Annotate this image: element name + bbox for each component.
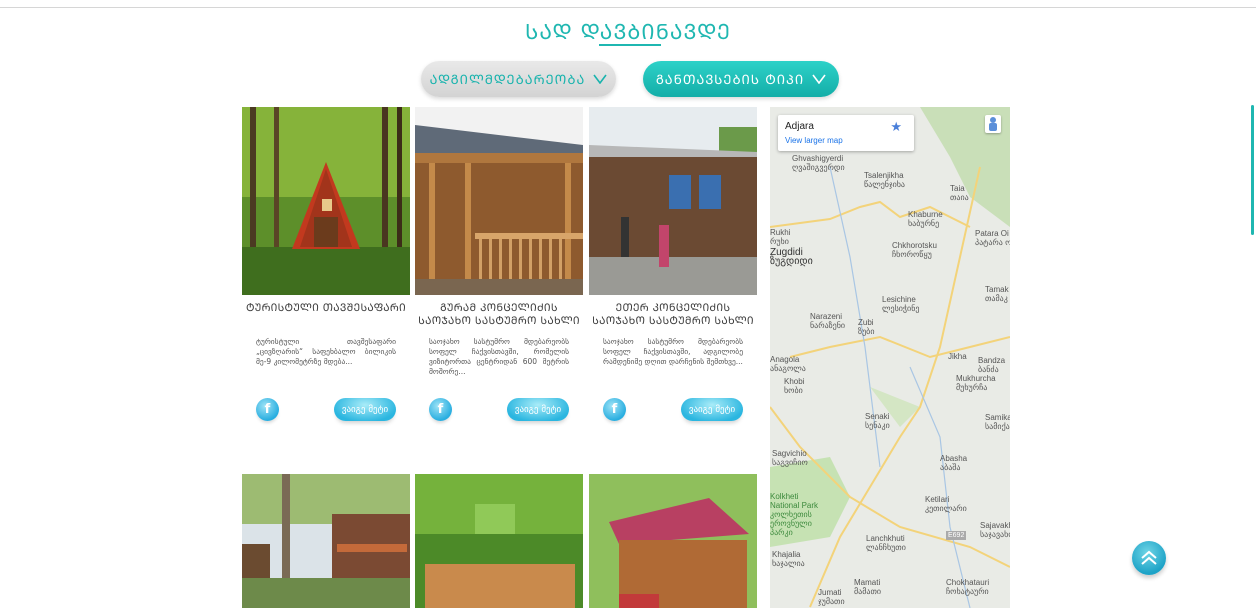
view-larger-map-link[interactable]: View larger map [785,136,843,145]
map-place-label: Khajalia ხაჯალია [772,550,805,568]
listing-photo[interactable] [415,107,583,295]
listing-photo[interactable] [415,474,583,608]
page-title: ᲡᲐᲓ ᲓᲐᲕᲑᲘᲜᲐᲕᲓᲔ [525,20,731,44]
map-place-label: Samikaoსამიქაო [985,413,1010,431]
listing-description: საოჯახო სასტუმრო მდებარეობს სოფელ ჩაქვის… [603,337,743,366]
street-view-pegman-icon[interactable] [985,115,1001,133]
chevron-up-icon [1141,550,1157,565]
map-place-label: Sagvichio საგვიჩიო [772,449,808,467]
map-place-label: Zubi ზუბი [858,318,875,336]
listing-title[interactable]: ᲔᲗᲔᲠ ᲙᲝᲜᲪᲔᲚᲘᲫᲘᲡ ᲡᲐᲝᲯᲐᲮᲝ ᲡᲐᲡᲢᲣᲛᲠᲝ ᲡᲐᲮᲚᲘ [589,302,757,328]
read-more-button[interactable]: ვაიგე მეტი [681,398,743,421]
chevron-down-icon [593,74,607,84]
facebook-share-button[interactable]: f [603,398,626,421]
listing-description: საოჯახო სასტუმრო მდებარეობს სოფელ ჩაქვის… [429,337,569,376]
listing-title[interactable]: ᲒᲣᲠᲐᲛ ᲙᲝᲜᲪᲔᲚᲘᲫᲘᲡ ᲡᲐᲝᲯᲐᲮᲝ ᲡᲐᲡᲢᲣᲛᲠᲝ ᲡᲐᲮᲚᲘ [415,302,583,328]
map-place-label: Kolkheti National Park კოლხეთის ეროვნული … [770,492,819,537]
map-place-label: Jikha [948,352,967,361]
listing-card: ᲔᲗᲔᲠ ᲙᲝᲜᲪᲔᲚᲘᲫᲘᲡ ᲡᲐᲝᲯᲐᲮᲝ ᲡᲐᲡᲢᲣᲛᲠᲝ ᲡᲐᲮᲚᲘ ს… [589,107,757,467]
map-place-label: Zugdidi ზუგდიდი [770,247,813,267]
road-number-label: E692 [946,531,967,540]
listing-photo[interactable] [589,107,757,295]
listing-card [415,474,583,608]
map-place-label: Abasha აბაშა [940,454,968,472]
google-map[interactable]: Adjara View larger map ★ Ghvashigyerdi ღვ… [770,107,1010,608]
listing-description: ტურისტული თავშესაფარი „ცივზღარის“ საფეხბ… [256,337,396,366]
map-place-label: Ghvashigyerdi ღვაშიგვერდი [792,154,845,172]
map-place-label: Anagola ანაგოლა [770,355,806,373]
listing-photo[interactable] [589,474,757,608]
map-place-label: Chokhatauri ჩოხატაური [946,578,990,596]
facebook-icon: f [437,402,444,417]
map-place-label: Jumati ჯუმათი [818,588,845,606]
map-place-label: Tsalenjikha წალენჯიხა [864,171,905,189]
accommodation-type-filter-label: ᲒᲐᲜᲗᲐᲕᲡᲔᲑᲘᲡ ᲢᲘᲞᲘ [655,73,805,88]
chevron-down-icon [812,74,826,84]
map-place-label: Bandza ბანძა [978,356,1006,374]
map-place-label: Khobi ხობი [784,377,805,395]
listing-photo[interactable] [242,474,410,608]
map-info-card: Adjara View larger map ★ [778,115,914,151]
map-place-label: Chkhorotsku ჩხოროწყუ [892,241,937,259]
scroll-indicator[interactable] [1251,105,1254,235]
map-place-label: Narazeni ნარაზენი [810,312,846,330]
location-filter-label: ᲐᲓᲒᲘᲚᲛᲓᲔᲑᲐᲠᲔᲝᲑᲐ [429,73,586,88]
top-divider [0,7,1256,8]
accommodation-type-filter-button[interactable]: ᲒᲐᲜᲗᲐᲕᲡᲔᲑᲘᲡ ᲢᲘᲞᲘ [643,61,839,97]
read-more-button[interactable]: ვაიგე მეტი [334,398,396,421]
listing-title[interactable]: ᲢᲣᲠᲘᲡᲢᲣᲚᲘ ᲗᲐᲕᲨᲔᲡᲐᲤᲐᲠᲘ [242,302,410,315]
facebook-share-button[interactable]: f [429,398,452,421]
facebook-icon: f [264,402,271,417]
listing-card [589,474,757,608]
map-region-name: Adjara [785,121,814,132]
listing-card [242,474,410,608]
facebook-share-button[interactable]: f [256,398,279,421]
listing-photo[interactable] [242,107,410,295]
facebook-icon: f [611,402,618,417]
map-place-label: Lanchkhuti ლანჩხუთი [866,534,906,552]
map-place-label: Lesichine ლესიჭინე [882,295,920,313]
map-place-label: Tamak თამაკ [985,285,1009,303]
map-place-label: Senaki სენაკი [865,412,890,430]
listing-card: ᲒᲣᲠᲐᲛ ᲙᲝᲜᲪᲔᲚᲘᲫᲘᲡ ᲡᲐᲝᲯᲐᲮᲝ ᲡᲐᲡᲢᲣᲛᲠᲝ ᲡᲐᲮᲚᲘ … [415,107,583,467]
read-more-button[interactable]: ვაიგე მეტი [507,398,569,421]
location-filter-button[interactable]: ᲐᲓᲒᲘᲚᲛᲓᲔᲑᲐᲠᲔᲝᲑᲐ [421,61,616,97]
map-place-label: Ketilari კეთილარი [925,495,967,513]
listing-card: ᲢᲣᲠᲘᲡᲢᲣᲚᲘ ᲗᲐᲕᲨᲔᲡᲐᲤᲐᲠᲘ ტურისტული თავშესაფ… [242,107,410,467]
scroll-to-top-button[interactable] [1132,541,1166,575]
title-underline [599,44,661,46]
map-place-label: Sajavakhoსაჯავახო [980,521,1010,539]
map-place-label: Patara Oiპატარა ოი [975,229,1010,247]
map-place-label: Khaburne ხაბურნე [908,210,943,228]
map-place-label: Mamati მამათი [854,578,882,596]
map-place-label: Mukhurcha მუხურჩა [956,374,996,392]
map-place-label: Taia თაია [950,184,969,202]
star-icon[interactable]: ★ [890,120,902,135]
map-place-label: Rukhi რუხი [770,228,791,246]
